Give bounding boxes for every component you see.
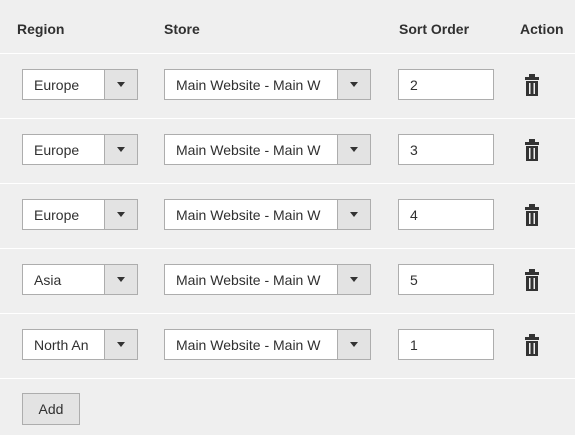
trash-icon[interactable]	[522, 74, 542, 96]
trash-icon[interactable]	[522, 204, 542, 226]
store-select-value: Main Website - Main W	[176, 77, 321, 93]
trash-icon[interactable]	[522, 269, 542, 291]
chevron-down-icon	[350, 212, 358, 217]
sort-order-input[interactable]: 2	[398, 69, 494, 100]
store-dropdown-toggle[interactable]	[337, 330, 370, 359]
region-select[interactable]: Europe	[22, 199, 138, 230]
store-dropdown-toggle[interactable]	[337, 265, 370, 294]
region-dropdown-toggle[interactable]	[104, 70, 137, 99]
column-header-action: Action	[520, 21, 564, 37]
region-select[interactable]: Europe	[22, 69, 138, 100]
trash-icon[interactable]	[522, 334, 542, 356]
table-row: Europe Main Website - Main W 2	[0, 53, 575, 117]
region-select-value: Europe	[34, 207, 80, 223]
store-select-value: Main Website - Main W	[176, 337, 321, 353]
column-header-sort-order: Sort Order	[399, 21, 470, 37]
store-select[interactable]: Main Website - Main W	[164, 199, 371, 230]
region-select[interactable]: Asia	[22, 264, 138, 295]
sort-order-input[interactable]: 5	[398, 264, 494, 295]
region-select-value: Europe	[34, 77, 80, 93]
sort-order-input[interactable]: 3	[398, 134, 494, 165]
dynamic-rows-grid: Region Store Sort Order Action Europe Ma…	[0, 0, 575, 435]
store-select-value: Main Website - Main W	[176, 142, 321, 158]
region-dropdown-toggle[interactable]	[104, 265, 137, 294]
store-select[interactable]: Main Website - Main W	[164, 134, 371, 165]
store-dropdown-toggle[interactable]	[337, 135, 370, 164]
store-select-value: Main Website - Main W	[176, 207, 321, 223]
table-row: North An Main Website - Main W 1	[0, 313, 575, 377]
chevron-down-icon	[117, 147, 125, 152]
chevron-down-icon	[117, 342, 125, 347]
chevron-down-icon	[350, 147, 358, 152]
add-button[interactable]: Add	[22, 393, 80, 425]
store-dropdown-toggle[interactable]	[337, 200, 370, 229]
grid-footer: Add	[0, 378, 575, 435]
table-row: Europe Main Website - Main W 4	[0, 183, 575, 247]
region-select[interactable]: North An	[22, 329, 138, 360]
chevron-down-icon	[117, 277, 125, 282]
sort-order-input[interactable]: 1	[398, 329, 494, 360]
region-dropdown-toggle[interactable]	[104, 200, 137, 229]
region-select-value: Asia	[34, 272, 62, 288]
column-header-store: Store	[164, 21, 200, 37]
store-select[interactable]: Main Website - Main W	[164, 329, 371, 360]
table-row: Europe Main Website - Main W 3	[0, 118, 575, 182]
column-header-region: Region	[17, 21, 65, 37]
grid-header: Region Store Sort Order Action	[0, 0, 575, 53]
chevron-down-icon	[350, 82, 358, 87]
region-dropdown-toggle[interactable]	[104, 330, 137, 359]
store-select[interactable]: Main Website - Main W	[164, 69, 371, 100]
chevron-down-icon	[350, 342, 358, 347]
chevron-down-icon	[117, 82, 125, 87]
region-select[interactable]: Europe	[22, 134, 138, 165]
store-select[interactable]: Main Website - Main W	[164, 264, 371, 295]
store-select-value: Main Website - Main W	[176, 272, 321, 288]
chevron-down-icon	[350, 277, 358, 282]
region-select-value: Europe	[34, 142, 80, 158]
region-dropdown-toggle[interactable]	[104, 135, 137, 164]
sort-order-input[interactable]: 4	[398, 199, 494, 230]
chevron-down-icon	[117, 212, 125, 217]
trash-icon[interactable]	[522, 139, 542, 161]
table-row: Asia Main Website - Main W 5	[0, 248, 575, 312]
store-dropdown-toggle[interactable]	[337, 70, 370, 99]
region-select-value: North An	[34, 337, 89, 353]
